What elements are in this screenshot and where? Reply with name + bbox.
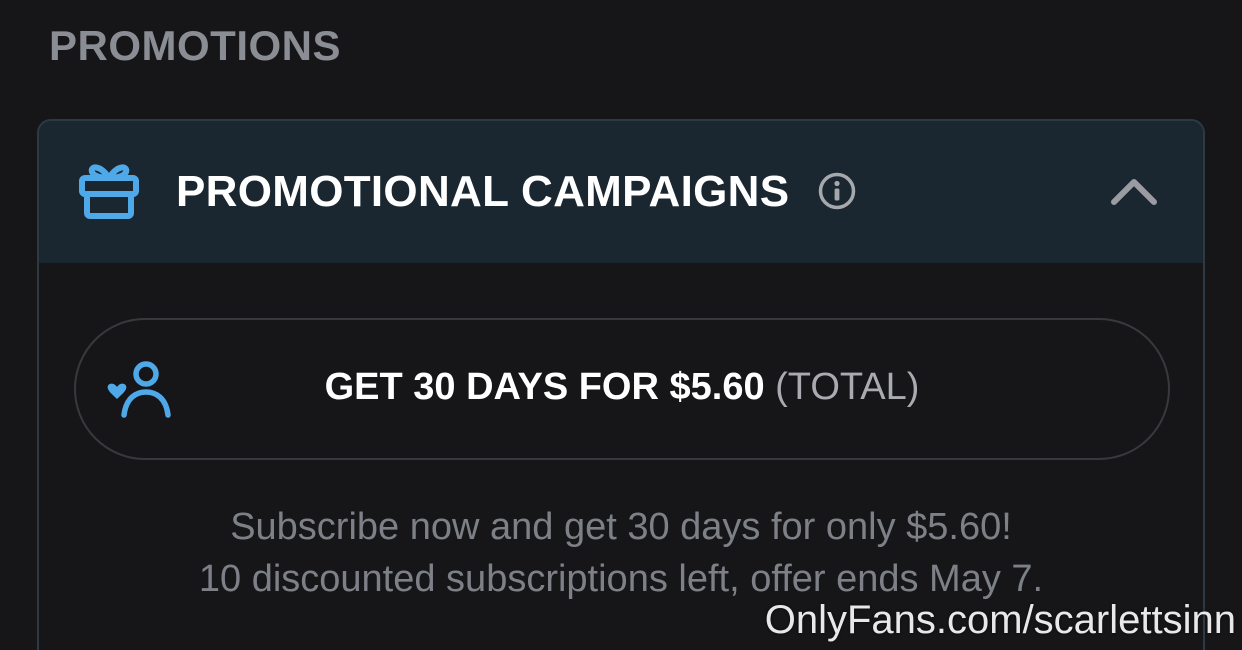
info-icon[interactable] bbox=[817, 171, 857, 211]
promo-campaign-button[interactable]: GET 30 DAYS FOR $5.60 (TOTAL) bbox=[74, 318, 1170, 460]
description-line-1: Subscribe now and get 30 days for only $… bbox=[230, 506, 1012, 548]
promo-main-text: GET 30 DAYS FOR $5.60 bbox=[324, 366, 765, 408]
section-title: PROMOTIONS bbox=[49, 22, 342, 69]
chevron-up-icon[interactable] bbox=[1109, 171, 1159, 211]
promo-description: Subscribe now and get 30 days for only $… bbox=[39, 501, 1203, 605]
gift-icon bbox=[79, 164, 139, 219]
promo-suffix-text: (TOTAL) bbox=[775, 366, 920, 408]
promotions-page: PROMOTIONS PROMOTIONAL CAMPAIGNS GET 30 … bbox=[0, 0, 1242, 650]
panel-header[interactable]: PROMOTIONAL CAMPAIGNS bbox=[39, 121, 1203, 263]
promo-label: GET 30 DAYS FOR $5.60 (TOTAL) bbox=[76, 366, 1168, 409]
promotional-campaigns-panel: PROMOTIONAL CAMPAIGNS GET 30 DAYS FOR $5… bbox=[37, 119, 1205, 650]
watermark: OnlyFans.com/scarlettsinn bbox=[764, 598, 1236, 642]
panel-title: PROMOTIONAL CAMPAIGNS bbox=[176, 167, 790, 216]
